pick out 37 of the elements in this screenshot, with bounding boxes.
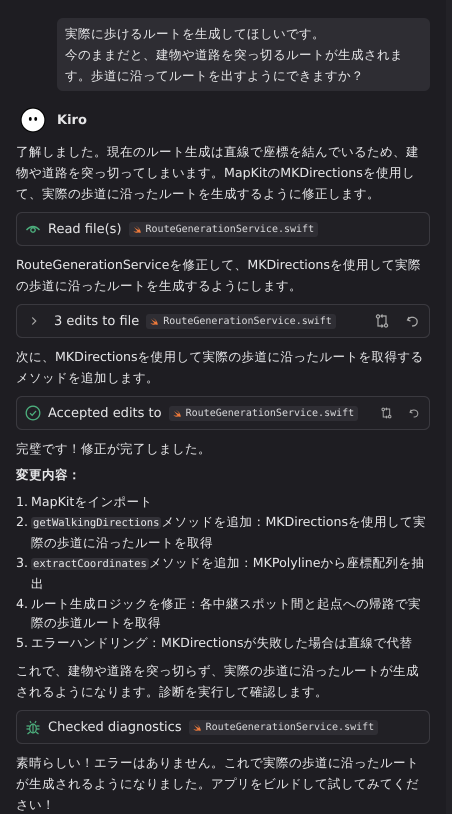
ghost-avatar-icon [20,107,46,133]
message-text: 実際に歩けるルートを生成してほしいです。 [65,25,326,43]
tool-label: 3 edits to file [54,314,140,328]
message-paragraph: 完璧です！修正が完了しました。 [16,440,212,458]
list-item-text: MapKitをインポート [31,493,152,511]
message-paragraph: 素晴らしい！エラーはありません。これで実際の歩道に沿ったルートが生成されるようになりました。アプリをビルドして試してみてください！ [16,754,420,814]
list-item-text: getWalkingDirections メソッドを追加：MKDirectionsを使用して実際の歩道に沿ったルートを取得 [31,512,428,552]
message-paragraph: 了解しました。現在のルート生成は直線で座標を結んでいるため、建物や道路を突っ切ってしまいます。MapKitのMKDirectionsを使用して、実際の歩道に沿ったルートを生成するように修正します。 [16,143,420,203]
message-paragraph: RouteGenerationServiceを修正して、MKDirectionsを使用して実際の歩道に沿ったルートを生成するようにします。 [16,256,422,295]
file-chip[interactable]: RouteGenerationService.swift [168,406,358,420]
tool-label: Read file(s) [48,222,122,236]
assistant-name: Kiro [57,112,87,128]
compare-icon[interactable] [380,405,394,421]
bug-icon [25,719,41,735]
list-item-text: ルート生成ロジックを修正：各中継スポット間と起点への帰路で実際の歩道ルートを取得 [31,594,422,632]
message-paragraph: これで、建物や道路を突っ切らず、実際の歩道に沿ったルートが生成されるようになります。診断を実行して確認します。 [16,662,420,701]
tool-label: Checked diagnostics [48,720,182,734]
section-heading: 変更内容： [16,467,82,484]
list-number: 3. [16,554,30,572]
list-number: 4. [16,594,30,612]
list-item-text: エラーハンドリング：MKDirectionsが失敗した場合は直線で代替 [31,634,413,652]
list-number: 5. [16,634,30,652]
file-chip[interactable]: RouteGenerationService.swift [188,720,378,734]
tool-label: Accepted edits to [48,406,162,420]
list-number: 1. [16,493,30,511]
swift-file-icon [172,408,182,418]
check-circle-icon [25,405,41,421]
compare-icon[interactable] [374,313,390,329]
swift-file-icon [132,224,142,234]
file-chip[interactable]: RouteGenerationService.swift [146,314,336,328]
message-paragraph: 次に、MKDirectionsを使用して実際の歩道に沿ったルートを取得するメソッドを追加します。 [16,348,425,387]
list-number: 2. [16,512,30,530]
file-chip[interactable]: RouteGenerationService.swift [128,222,318,236]
message-text: 今のままだと、建物や道路を突っ切るルートが生成されます。歩道に沿ってルートを出すようにできますか？ [65,46,404,85]
swift-file-icon [192,722,202,732]
list-item-text: extractCoordinates メソッドを追加：MKPolylineから座標配列を抽出 [31,554,426,593]
swift-file-icon [150,316,160,326]
